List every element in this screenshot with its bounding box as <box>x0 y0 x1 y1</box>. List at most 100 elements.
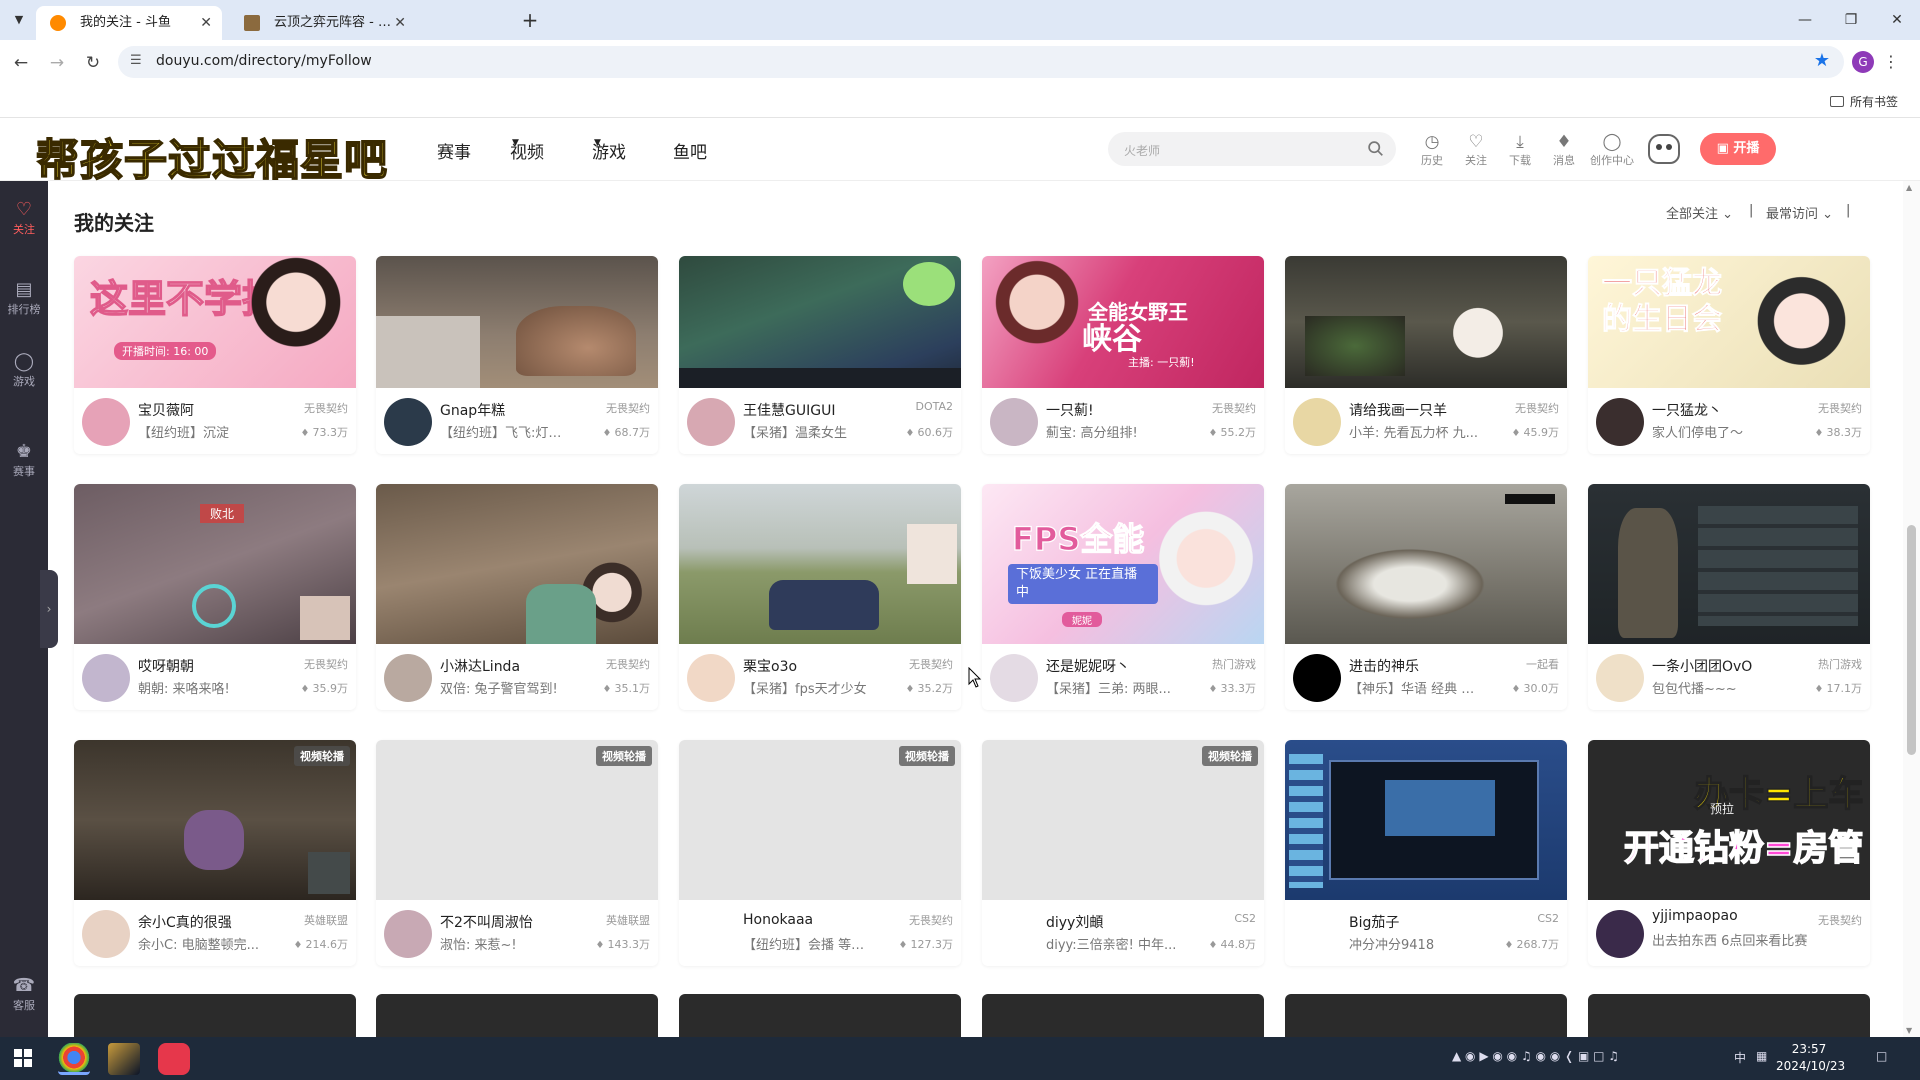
avatar[interactable] <box>990 654 1038 702</box>
stream-card[interactable]: 视频轮播 Honokaaa 【纽约班】会播 等病... 无畏契约 127.3万 <box>679 740 961 966</box>
stream-card[interactable]: yjjimpaopao 出去拍东西 6点回来看比赛 无畏契约 办卡=上车 开通钻… <box>1588 740 1870 966</box>
avatar[interactable] <box>687 910 735 958</box>
avatar[interactable] <box>1293 654 1341 702</box>
avatar[interactable] <box>82 398 130 446</box>
stream-card[interactable]: 全能女野王 峡谷 主播: 一只薊! 一只薊! 薊宝: 高分组排! 无畏契约 55… <box>982 256 1264 454</box>
streamer-name[interactable]: Gnap年糕 <box>440 400 505 420</box>
windows-start-icon[interactable] <box>14 1049 32 1067</box>
streamer-name[interactable]: 进击的神乐 <box>1349 656 1419 676</box>
streamer-name[interactable]: 栗宝o3o <box>743 656 797 676</box>
streamer-name[interactable]: 还是妮妮呀丶 <box>1046 656 1130 676</box>
category-label[interactable]: 热门游戏 <box>1818 656 1862 672</box>
user-avatar-mascot-icon[interactable] <box>1648 134 1680 164</box>
avatar[interactable] <box>82 910 130 958</box>
category-label[interactable]: 无畏契约 <box>606 656 650 672</box>
avatar[interactable] <box>687 398 735 446</box>
stream-card-partial[interactable] <box>982 994 1264 1040</box>
avatar[interactable] <box>990 398 1038 446</box>
category-label[interactable]: 无畏契约 <box>304 400 348 416</box>
stream-card[interactable]: 进击的神乐 【神乐】华语 经典 电... 一起看 30.0万 <box>1285 484 1567 710</box>
category-label[interactable]: 无畏契约 <box>304 656 348 672</box>
streamer-name[interactable]: yjjimpaopao <box>1652 908 1738 924</box>
avatar[interactable] <box>1293 910 1341 958</box>
streamer-name[interactable]: 王佳慧GUIGUI <box>743 400 835 420</box>
stream-card[interactable]: Big茄子 冲分冲分9418 CS2 268.7万 <box>1285 740 1567 966</box>
stream-card-partial[interactable] <box>74 994 356 1040</box>
category-label[interactable]: 无畏契约 <box>1818 912 1862 928</box>
nav-fishbar[interactable]: 鱼吧 <box>673 138 707 163</box>
stream-card[interactable]: 一条小团团OvO 包包代播~~~ 热门游戏 17.1万 <box>1588 484 1870 710</box>
streamer-name[interactable]: diyy刘頔 <box>1046 912 1103 932</box>
avatar[interactable] <box>384 398 432 446</box>
category-label[interactable]: 英雄联盟 <box>304 912 348 928</box>
avatar[interactable] <box>1596 654 1644 702</box>
streamer-name[interactable]: 宝贝薇阿 <box>138 400 194 420</box>
back-icon[interactable]: ← <box>8 50 34 76</box>
creator-center-button[interactable]: ◯ 创作中心 <box>1588 132 1636 168</box>
streamer-name[interactable]: Honokaaa <box>743 912 813 928</box>
streamer-name[interactable]: 哎呀朝朝 <box>138 656 194 676</box>
stream-card[interactable]: 败北 哎呀朝朝 朝朝: 来咯来咯! 无畏契约 35.9万 <box>74 484 356 710</box>
chrome-taskbar-icon[interactable] <box>58 1043 90 1075</box>
avatar[interactable] <box>1596 398 1644 446</box>
sidebar-item-support[interactable]: ☎ 客服 <box>0 975 48 1013</box>
follow-button[interactable]: ♡ 关注 <box>1456 132 1496 168</box>
close-window-icon[interactable]: ✕ <box>1882 8 1912 32</box>
sidebar-item-events[interactable]: ♚ 赛事 <box>0 441 48 479</box>
streamer-name[interactable]: 请给我画一只羊 <box>1349 400 1447 420</box>
stream-card-partial[interactable] <box>1588 994 1870 1040</box>
league-client-taskbar-icon[interactable] <box>108 1043 140 1075</box>
browser-tab[interactable]: 云顶之弈元阵容 - 12 版最佳元阵容 ✕ <box>230 6 416 40</box>
message-button[interactable]: ♦ 消息 <box>1544 132 1584 168</box>
stream-card[interactable]: 视频轮播 diyy刘頔 diyy:三倍亲密! 中年... CS2 44.8万 <box>982 740 1264 966</box>
streamer-name[interactable]: 不2不叫周淑怡 <box>440 912 533 932</box>
sidebar-item-ranking[interactable]: ▤ 排行榜 <box>0 279 48 317</box>
avatar[interactable] <box>1596 910 1644 958</box>
sidebar-item-games[interactable]: ◯ 游戏 <box>0 351 48 389</box>
avatar[interactable] <box>687 654 735 702</box>
streamer-name[interactable]: 一条小团团OvO <box>1652 656 1752 676</box>
keyboard-layout-icon[interactable]: ▦ <box>1756 1049 1767 1063</box>
streamer-name[interactable]: 小淋达Linda <box>440 656 520 676</box>
category-label[interactable]: 无畏契约 <box>1515 400 1559 416</box>
avatar[interactable] <box>990 910 1038 958</box>
category-label[interactable]: 无畏契约 <box>909 912 953 928</box>
stream-card[interactable]: 王佳慧GUIGUI 【呆猪】温柔女生 DOTA2 60.6万 <box>679 256 961 454</box>
stream-card-partial[interactable] <box>1285 994 1567 1040</box>
new-tab-button[interactable]: + <box>518 8 542 32</box>
sidebar-item-follow[interactable]: ♡ 关注 <box>0 199 48 237</box>
start-live-button[interactable]: ▣ 开播 <box>1700 133 1776 165</box>
site-info-icon[interactable]: ☰ <box>130 53 142 68</box>
bookmark-star-icon[interactable]: ★ <box>1814 50 1830 71</box>
tray-icons[interactable]: ▲ ◉ ▶ ◉ ◉ ♫ ◉ ◉ ❬ ▣ □ ♫ <box>1452 1049 1619 1063</box>
avatar[interactable] <box>1293 398 1341 446</box>
ime-indicator[interactable]: 中 <box>1734 1049 1746 1066</box>
notification-icon[interactable]: □ <box>1876 1049 1887 1063</box>
stream-card[interactable]: 请给我画一只羊 小羊: 先看瓦力杯 九... 无畏契约 45.9万 <box>1285 256 1567 454</box>
category-label[interactable]: 无畏契约 <box>1818 400 1862 416</box>
profile-avatar[interactable]: G <box>1852 51 1874 73</box>
stream-card[interactable]: 视频轮播 余小C真的很强 余小C: 电脑整顿完... 英雄联盟 214.6万 <box>74 740 356 966</box>
tab-close-icon[interactable]: ✕ <box>200 6 212 40</box>
stream-card[interactable]: 视频轮播 不2不叫周淑怡 淑怡: 来惹~! 英雄联盟 143.3万 <box>376 740 658 966</box>
category-label[interactable]: 无畏契约 <box>909 656 953 672</box>
logo-banner[interactable]: 帮孩子过过福星吧 <box>35 126 388 188</box>
category-label[interactable]: CS2 <box>1234 912 1256 925</box>
scrollbar-thumb[interactable] <box>1907 525 1916 755</box>
tab-search-icon[interactable]: ▼ <box>8 9 30 31</box>
avatar[interactable] <box>384 654 432 702</box>
category-label[interactable]: 热门游戏 <box>1212 656 1256 672</box>
stream-card[interactable]: 这里不学技术 开播时间: 16: 00 宝贝薇阿 【纽约班】沉淀 无畏契约 73… <box>74 256 356 454</box>
filter-sort[interactable]: 最常访问 ⌄ <box>1766 203 1833 222</box>
streamer-name[interactable]: Big茄子 <box>1349 912 1399 932</box>
stream-card[interactable]: 一只猛龙的生日会 一只猛龙丶 家人们停电了～ 无畏契约 38.3万 <box>1588 256 1870 454</box>
system-clock[interactable]: 23:57 2024/10/23 <box>1776 1041 1845 1075</box>
category-label[interactable]: 英雄联盟 <box>606 912 650 928</box>
netease-music-taskbar-icon[interactable] <box>158 1043 190 1075</box>
stream-card-partial[interactable] <box>679 994 961 1040</box>
stream-card[interactable]: FPS全能 下饭美少女 正在直播中 妮妮 还是妮妮呀丶 【呆猪】三弟: 两眼..… <box>982 484 1264 710</box>
search-icon[interactable] <box>1367 140 1384 157</box>
category-label[interactable]: CS2 <box>1537 912 1559 925</box>
browser-tab-active[interactable]: 我的关注 - 斗鱼 ✕ <box>36 6 222 40</box>
browser-menu-icon[interactable]: ⋮ <box>1883 50 1899 74</box>
